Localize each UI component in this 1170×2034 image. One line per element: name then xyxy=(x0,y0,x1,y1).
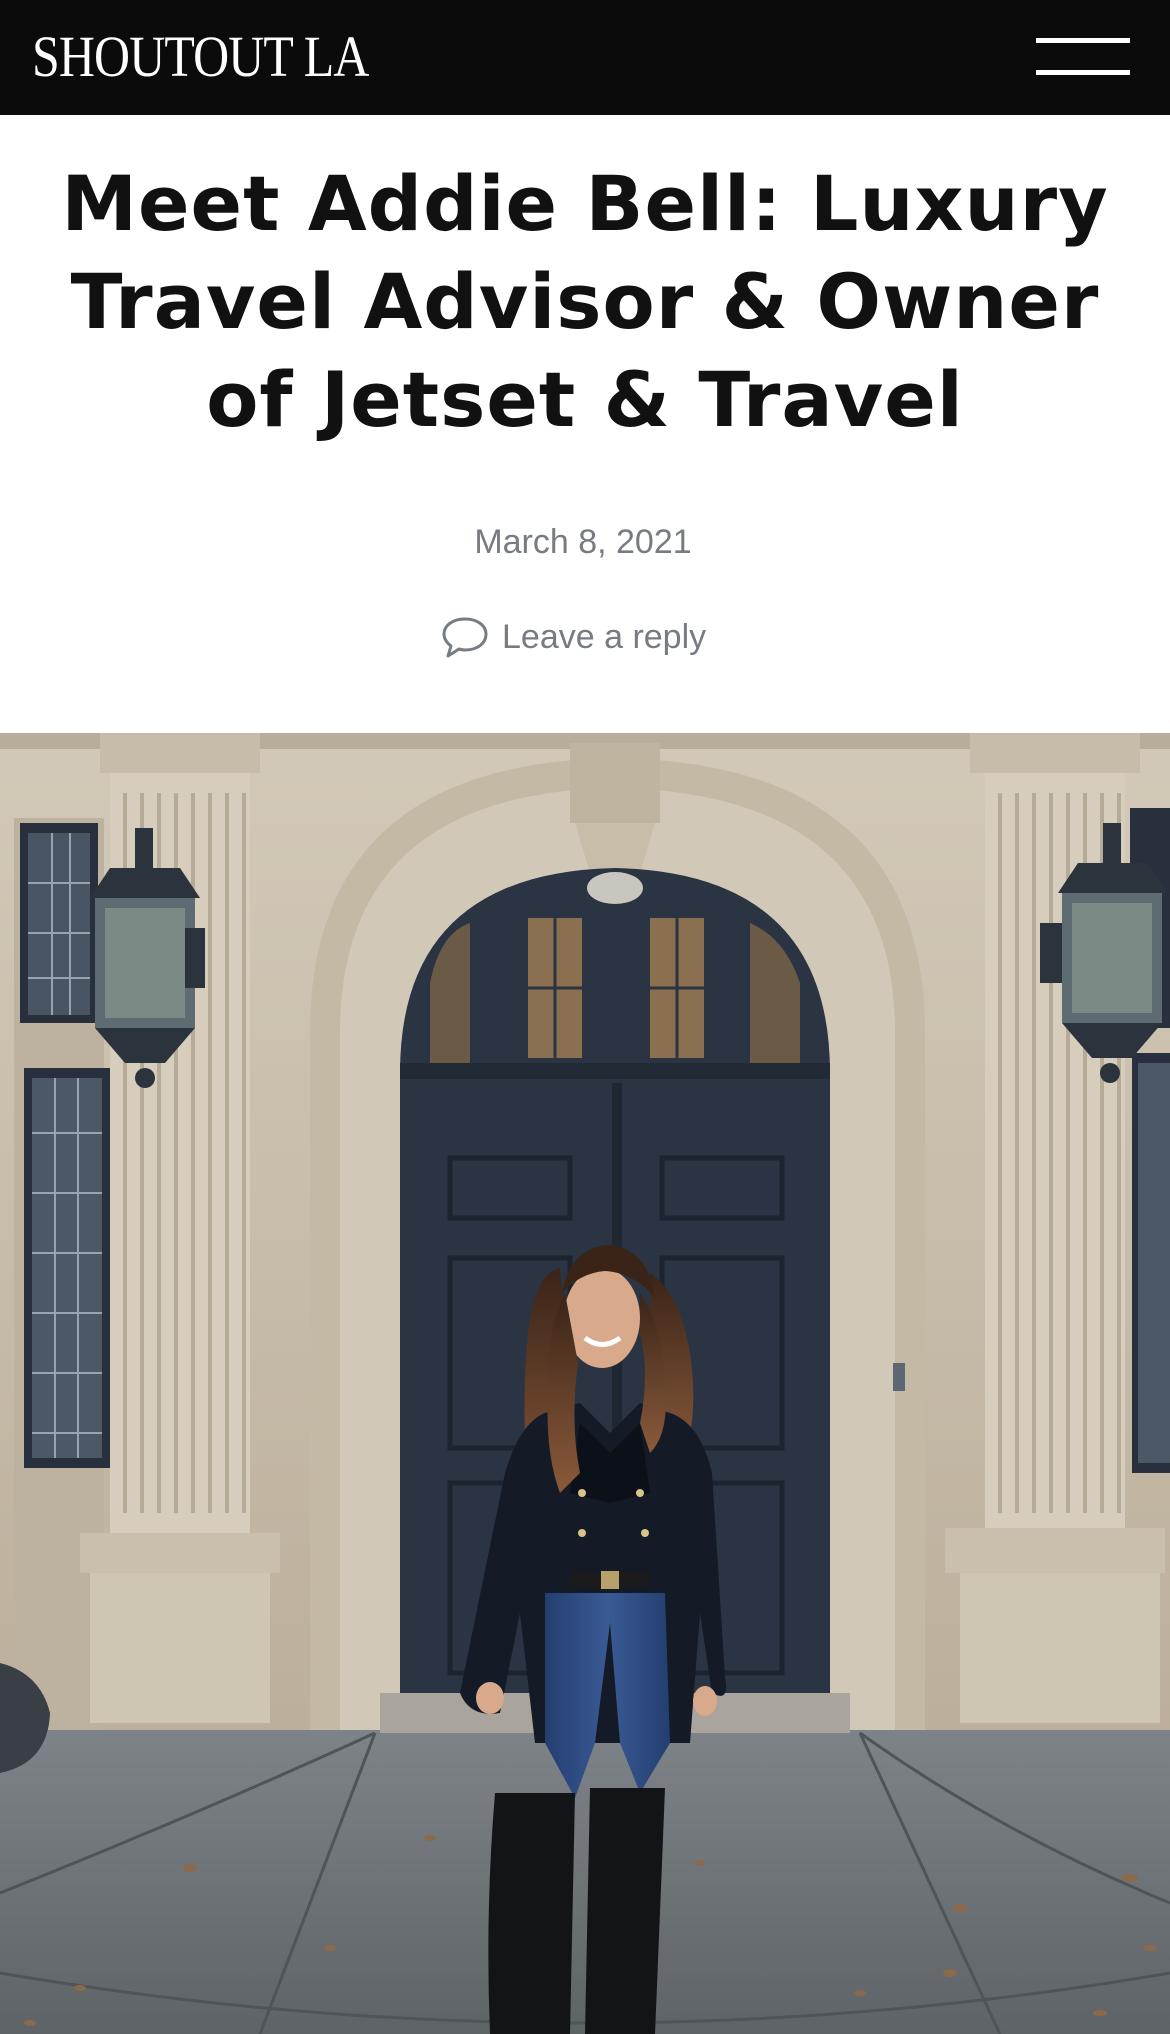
article-date[interactable]: March 8, 2021 xyxy=(0,523,1166,562)
menu-bar-bottom xyxy=(1036,70,1130,75)
menu-bar-top xyxy=(1036,38,1130,43)
site-logo[interactable]: SHOUTOUT LA xyxy=(32,24,369,90)
photo-illustration xyxy=(0,733,1170,2034)
article-title: Meet Addie Bell: Luxury Travel Advisor &… xyxy=(61,159,1109,444)
hamburger-menu-icon[interactable] xyxy=(1030,34,1134,80)
article-featured-photo xyxy=(0,733,1170,2034)
leave-reply-link[interactable]: Leave a reply xyxy=(440,612,706,662)
speech-bubble-icon xyxy=(442,617,488,658)
top-bar: SHOUTOUT LA xyxy=(0,0,1170,115)
leave-reply-label: Leave a reply xyxy=(502,617,707,656)
